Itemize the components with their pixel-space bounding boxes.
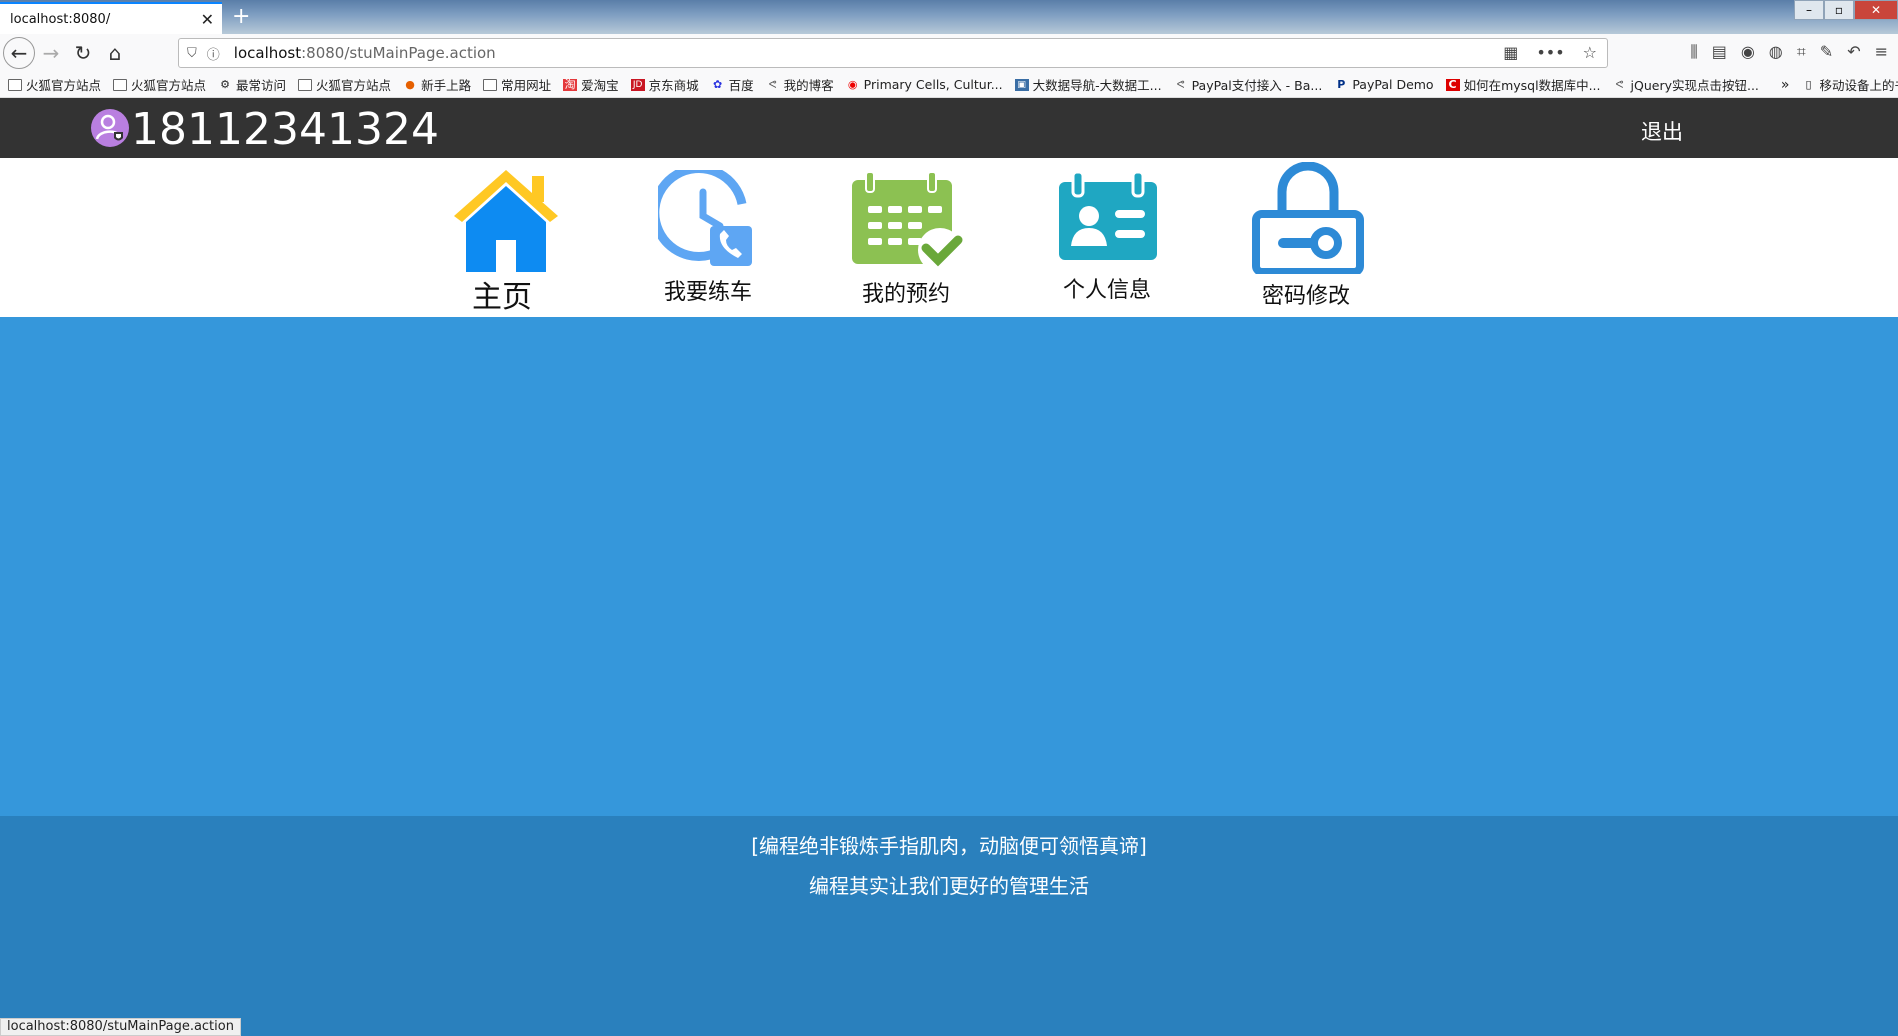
new-tab-icon[interactable]: + (232, 4, 250, 29)
forward-arrow-icon[interactable]: → (35, 37, 67, 69)
blog-icon: ᕙ (768, 77, 777, 91)
paypal-icon: P (1337, 77, 1346, 91)
site-header: 18112341324 退出 (0, 98, 1898, 158)
bookmark-item[interactable]: JD 京东商城 (630, 75, 699, 94)
browser-toolbar: ← → ↻ ⌂ ⛉ ⓘ localhost:8080/stuMainPage.a… (0, 34, 1898, 72)
main-menu: 主页 我要练车 我的预约 个人信息 密码修改 (0, 158, 1898, 317)
bookmark-item[interactable]: ᕙ PayPal支付接入 - Ba... (1174, 75, 1323, 94)
user-phone: 18112341324 (131, 104, 439, 155)
footer: [编程绝非锻炼手指肌肉，动脑便可领悟真谛] 编程其实让我们更好的管理生活 (0, 816, 1898, 1036)
menu-home-label: 主页 (472, 280, 532, 315)
shield-icon: ⛉ (187, 45, 197, 61)
chat-icon[interactable]: ✎ (1820, 42, 1833, 62)
folder-icon (298, 78, 313, 91)
library-icon[interactable]: ⫼ (1690, 42, 1697, 62)
tab-title: localhost:8080/ (10, 11, 111, 27)
menu-appointments[interactable]: 我的预约 (850, 158, 1000, 317)
calendar-check-icon (852, 171, 963, 270)
logout-link[interactable]: 退出 (1641, 116, 1683, 146)
minimize-icon[interactable]: – (1794, 0, 1824, 20)
back-arrow-icon[interactable]: ← (3, 37, 35, 69)
csdn-icon: C (1445, 78, 1460, 91)
crop-icon[interactable]: ⌗ (1797, 42, 1806, 62)
status-bar-url: localhost:8080/stuMainPage.action (0, 1018, 241, 1036)
maximize-icon[interactable]: ▫ (1824, 0, 1854, 20)
footer-motto: [编程绝非锻炼手指肌肉，动脑便可领悟真谛] (751, 834, 1147, 858)
browser-tab-strip: localhost:8080/ ✕ + – ▫ ✕ (0, 0, 1898, 34)
menu-appointments-label: 我的预约 (862, 282, 951, 307)
bookmark-item[interactable]: 常用网址 (483, 75, 551, 94)
blog-icon: ᕙ (1176, 77, 1185, 91)
lock-icon (1252, 162, 1364, 274)
site-icon: ▣ (1014, 78, 1029, 91)
clock-phone-icon (658, 170, 752, 266)
bookmark-item[interactable]: ✿ 百度 (711, 75, 754, 94)
window-close-icon[interactable]: ✕ (1854, 0, 1898, 20)
reload-icon[interactable]: ↻ (67, 37, 99, 69)
menu-profile[interactable]: 个人信息 (1055, 158, 1205, 317)
bookmark-item[interactable]: ⚙ 最常访问 (218, 75, 286, 94)
menu-home[interactable]: 主页 (440, 158, 590, 317)
jd-icon: JD (630, 78, 645, 91)
bookmark-item[interactable]: 火狐官方站点 (8, 75, 101, 94)
gear-icon: ⚙ (220, 77, 230, 91)
bookmark-item[interactable]: ▣ 大数据导航-大数据工... (1014, 75, 1162, 94)
menu-icon[interactable]: ≡ (1875, 42, 1888, 62)
info-icon[interactable]: ⓘ (207, 44, 220, 63)
bookmarks-bar: 火狐官方站点 火狐官方站点 ⚙ 最常访问 火狐官方站点 ● 新手上路 常用网址 淘爱… (0, 72, 1898, 98)
folder-icon (483, 78, 498, 91)
sidebar-icon[interactable]: ▤ (1712, 42, 1727, 62)
bookmark-item[interactable]: P PayPal Demo (1334, 77, 1433, 92)
bookmark-star-icon[interactable]: ☆ (1583, 43, 1597, 62)
baidu-paw-icon: ✿ (713, 77, 723, 91)
bookmarks-overflow-icon[interactable]: » (1781, 77, 1790, 93)
bookmark-item[interactable]: 火狐官方站点 (113, 75, 206, 94)
home-icon[interactable]: ⌂ (99, 37, 131, 69)
bookmark-item[interactable]: ◉ Primary Cells, Cultur... (846, 77, 1003, 92)
globe-icon[interactable]: ◍ (1769, 42, 1783, 62)
menu-password-label: 密码修改 (1262, 284, 1351, 309)
qr-code-icon[interactable]: ▦ (1503, 43, 1518, 62)
taobao-icon: 淘 (563, 77, 578, 91)
address-bar[interactable]: ⛉ ⓘ localhost:8080/stuMainPage.action ▦ … (178, 38, 1608, 68)
url-text: localhost:8080/stuMainPage.action (233, 44, 496, 62)
record-icon: ◉ (847, 77, 858, 91)
menu-profile-label: 个人信息 (1063, 278, 1152, 303)
browser-tab[interactable]: localhost:8080/ ✕ (0, 2, 222, 34)
bookmark-item[interactable]: ● 新手上路 (403, 75, 471, 94)
menu-password[interactable]: 密码修改 (1250, 158, 1400, 317)
window-controls: – ▫ ✕ (1794, 0, 1898, 20)
folder-icon (8, 78, 22, 91)
mobile-icon: ▯ (1805, 77, 1812, 91)
main-content (0, 317, 1898, 816)
undo-icon[interactable]: ↶ (1847, 42, 1860, 62)
bookmark-item[interactable]: C 如何在mysql数据库中... (1445, 75, 1601, 94)
menu-practice-label: 我要练车 (664, 280, 753, 305)
bookmark-item[interactable]: ᕙ 我的博客 (766, 75, 834, 94)
tab-close-icon[interactable]: ✕ (201, 10, 214, 29)
menu-practice[interactable]: 我要练车 (650, 158, 800, 317)
user-avatar-icon (91, 109, 129, 147)
bookmark-item[interactable]: ▯移动设备上的书 (1801, 75, 1898, 94)
bookmark-item[interactable]: 淘爱淘宝 (563, 75, 619, 94)
footer-tagline: 编程其实让我们更好的管理生活 (809, 874, 1089, 898)
folder-icon (113, 78, 128, 91)
blog-icon: ᕙ (1615, 77, 1624, 91)
bookmark-item[interactable]: ᕙ jQuery实现点击按钮... (1613, 75, 1759, 94)
bookmark-item[interactable]: 火狐官方站点 (298, 75, 391, 94)
firefox-icon: ● (405, 77, 415, 91)
account-icon[interactable]: ◉ (1741, 42, 1755, 62)
page-actions-icon[interactable]: ••• (1536, 43, 1564, 62)
home-icon (454, 170, 558, 272)
id-card-icon (1059, 172, 1157, 260)
